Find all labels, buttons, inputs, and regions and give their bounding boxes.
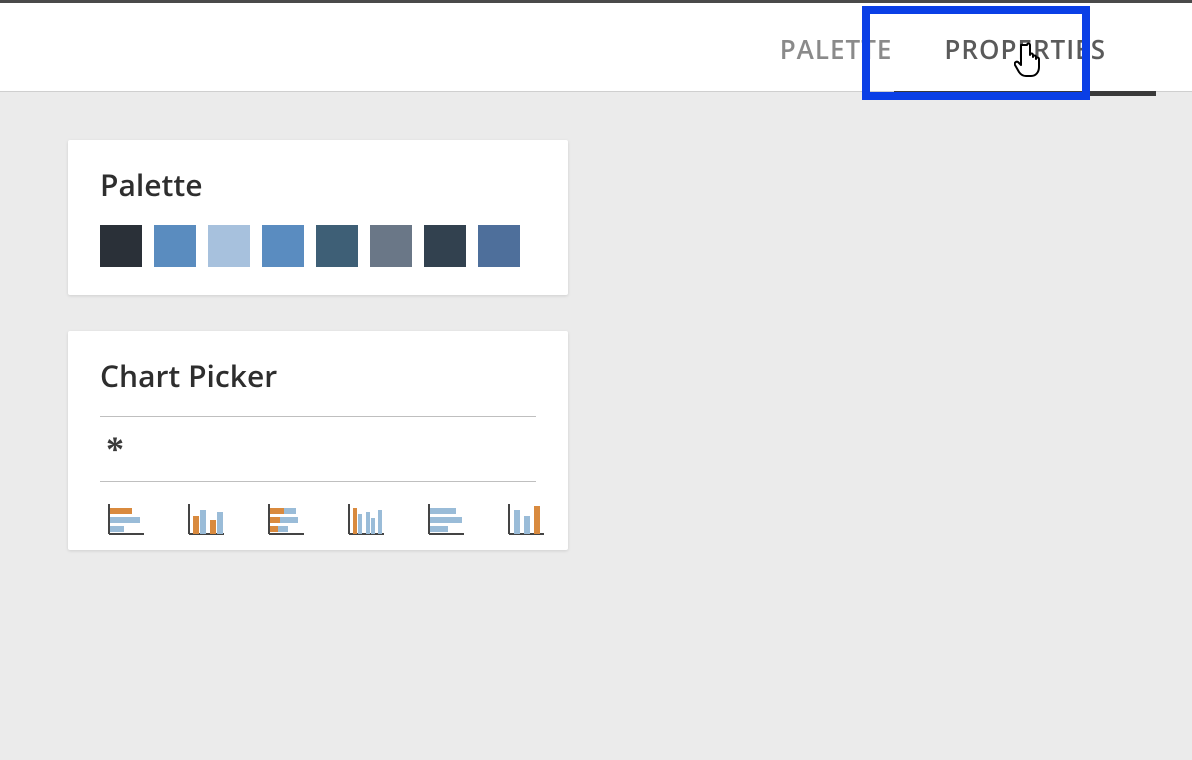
- content-area: Palette Chart Picker *: [0, 92, 1192, 760]
- swatch-light-blue[interactable]: [208, 225, 250, 267]
- swatch-slate-blue[interactable]: [316, 225, 358, 267]
- palette-swatch-row: [100, 225, 536, 267]
- chart-type-grid: [106, 496, 536, 536]
- chart-icon-horizontal-bar[interactable]: [106, 496, 146, 536]
- swatch-denim[interactable]: [478, 225, 520, 267]
- chart-icon-grouped-vertical-bar[interactable]: [186, 496, 226, 536]
- swatch-steel-blue[interactable]: [154, 225, 196, 267]
- palette-card-title: Palette: [100, 164, 536, 205]
- chart-picker-card-title: Chart Picker: [100, 355, 536, 396]
- palette-card: Palette: [68, 140, 568, 295]
- swatch-charcoal[interactable]: [424, 225, 466, 267]
- swatch-dark-slate[interactable]: [100, 225, 142, 267]
- tab-strip: PALETTE PROPERTIES: [754, 3, 1132, 91]
- chart-picker-card: Chart Picker *: [68, 331, 568, 550]
- swatch-medium-blue[interactable]: [262, 225, 304, 267]
- asterisk-icon: *: [106, 429, 124, 469]
- chart-picker-section-bars: [100, 481, 536, 550]
- chart-icon-vertical-bar[interactable]: [506, 496, 546, 536]
- swatch-gray-blue[interactable]: [370, 225, 412, 267]
- chart-icon-stacked-horizontal-bar[interactable]: [266, 496, 306, 536]
- chart-picker-section-all[interactable]: *: [100, 416, 536, 481]
- tab-palette[interactable]: PALETTE: [754, 0, 919, 95]
- tab-properties[interactable]: PROPERTIES: [918, 0, 1132, 95]
- chart-icon-horizontal-bar-alt[interactable]: [426, 496, 466, 536]
- chart-icon-grouped-vertical-bar-alt[interactable]: [346, 496, 386, 536]
- top-tab-bar: PALETTE PROPERTIES: [0, 0, 1192, 92]
